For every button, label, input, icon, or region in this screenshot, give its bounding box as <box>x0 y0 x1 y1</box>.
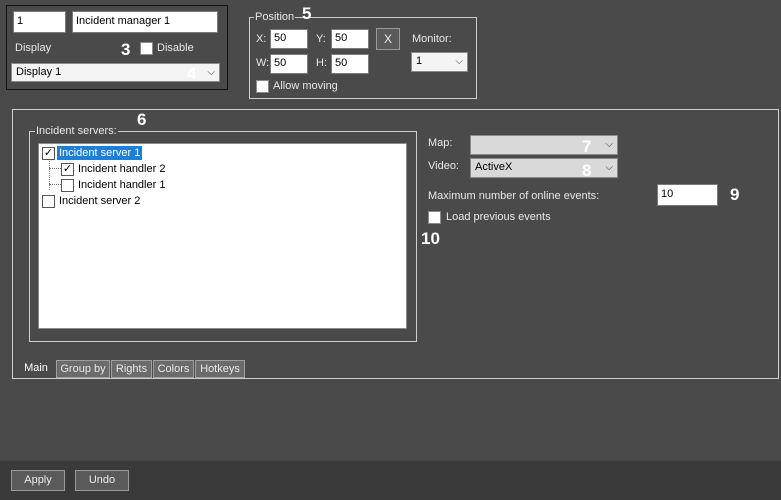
tree-connector <box>49 158 50 190</box>
allow-moving-label: Allow moving <box>273 80 338 92</box>
h-label: H: <box>316 57 327 69</box>
monitor-label: Monitor: <box>412 33 452 45</box>
monitor-select[interactable]: 1 ⌵ <box>411 52 468 72</box>
callout-5: 5 <box>302 4 312 23</box>
tree-item-checkbox[interactable]: ✓ <box>61 162 74 176</box>
undo-button[interactable]: Undo <box>75 470 129 491</box>
max-events-label: Maximum number of online events: <box>428 190 600 202</box>
max-events-field[interactable]: 10 <box>657 184 718 206</box>
video-label: Video: <box>428 160 459 172</box>
incident-servers-tree[interactable]: ✓ Incident server 1 ✓ Incident handler 2 I… <box>38 143 407 329</box>
callout-7: 7 <box>582 137 592 156</box>
tree-item-label: Incident server 2 <box>59 195 141 208</box>
allow-moving-checkbox[interactable] <box>256 80 269 93</box>
tree-item-incident-handler-2[interactable]: ✓ Incident handler 2 <box>61 161 167 177</box>
video-select[interactable]: ActiveX ⌵ <box>470 158 618 178</box>
callout-8: 8 <box>582 161 592 180</box>
y-label: Y: <box>316 33 326 45</box>
y-field[interactable]: 50 <box>331 29 369 49</box>
video-select-value: ActiveX <box>475 161 513 173</box>
map-label: Map: <box>428 137 453 149</box>
callout-2: 2 <box>200 14 210 33</box>
callout-1: 1 <box>49 12 59 31</box>
callout-9: 9 <box>730 185 740 204</box>
tree-connector <box>49 168 61 169</box>
reset-position-button[interactable]: X <box>376 28 400 50</box>
w-label: W: <box>256 57 270 69</box>
callout-3: 3 <box>121 40 131 59</box>
x-label: X: <box>256 33 267 45</box>
load-previous-label: Load previous events <box>446 211 551 223</box>
tab-colors[interactable]: Colors <box>153 360 194 378</box>
disable-checkbox[interactable] <box>140 42 153 55</box>
tree-item-checkbox[interactable]: ✓ <box>42 146 55 160</box>
tab-main[interactable]: Main <box>18 359 54 378</box>
tree-item-incident-server-2[interactable]: Incident server 2 <box>42 193 142 209</box>
tree-item-label: Incident server 1 <box>57 146 143 161</box>
tree-item-checkbox[interactable] <box>61 178 74 192</box>
h-field[interactable]: 50 <box>331 54 369 74</box>
callout-6: 6 <box>137 110 147 129</box>
display-label: Display <box>15 42 52 54</box>
tree-item-label: Incident handler 1 <box>78 179 166 192</box>
incident-servers-title: Incident servers: <box>35 125 118 138</box>
tree-item-label: Incident handler 2 <box>78 163 166 176</box>
tab-group-by[interactable]: Group by <box>56 360 110 378</box>
w-field[interactable]: 50 <box>270 54 308 74</box>
tab-hotkeys[interactable]: Hotkeys <box>195 360 245 378</box>
callout-4: 4 <box>187 64 197 83</box>
apply-button[interactable]: Apply <box>11 470 65 491</box>
object-name-field[interactable]: Incident manager 1 <box>72 11 218 33</box>
x-field[interactable]: 50 <box>270 29 308 49</box>
chevron-down-icon: ⌵ <box>605 139 613 150</box>
load-previous-checkbox[interactable] <box>428 211 441 224</box>
position-group-title: Position <box>254 11 296 24</box>
monitor-select-value: 1 <box>416 55 423 67</box>
tab-rights[interactable]: Rights <box>111 360 152 378</box>
callout-10: 10 <box>421 229 440 248</box>
chevron-down-icon: ⌵ <box>605 162 613 173</box>
display-select-value: Display 1 <box>16 66 62 78</box>
chevron-down-icon: ⌵ <box>207 67 215 78</box>
disable-label: Disable <box>157 42 194 54</box>
chevron-down-icon: ⌵ <box>455 56 463 67</box>
tree-item-incident-handler-1[interactable]: Incident handler 1 <box>61 177 167 193</box>
map-select[interactable]: ⌵ <box>470 135 618 155</box>
tree-connector <box>49 184 61 185</box>
tree-item-checkbox[interactable] <box>42 194 55 208</box>
tree-item-incident-server-1[interactable]: ✓ Incident server 1 <box>42 145 143 161</box>
